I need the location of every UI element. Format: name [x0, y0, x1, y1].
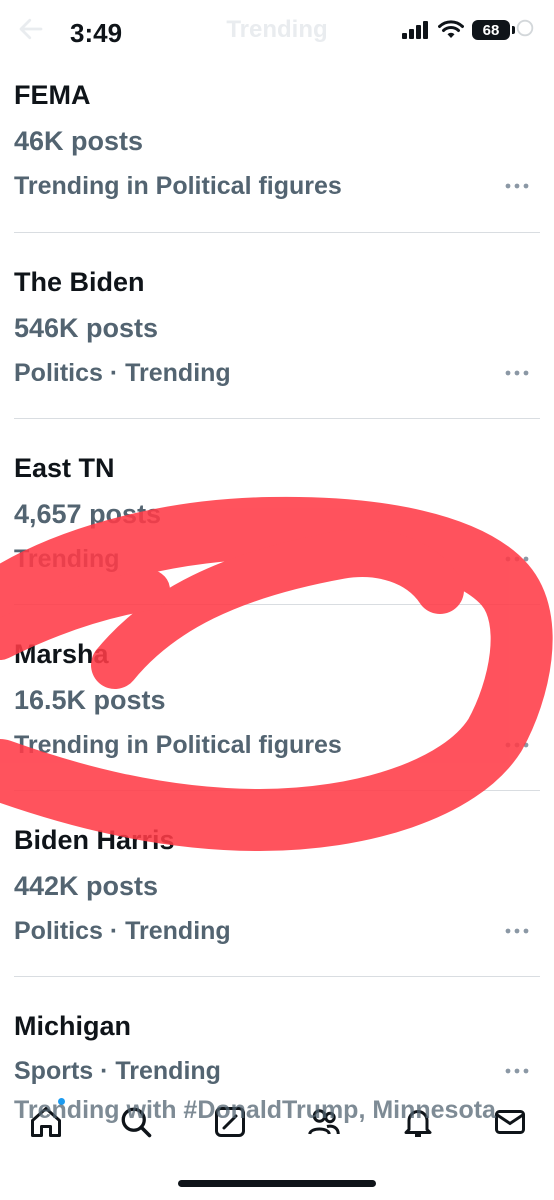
- trend-title: FEMA: [14, 80, 91, 110]
- trend-list: FEMA 46K posts Trending in Political fig…: [0, 64, 554, 1167]
- trend-category: Trending in Political figures: [14, 172, 342, 200]
- trend-item[interactable]: Marsha 16.5K posts Trending in Political…: [14, 605, 540, 791]
- trend-category: Trending: [14, 545, 120, 573]
- wifi-icon: [438, 20, 464, 38]
- trend-title: The Biden: [14, 267, 145, 297]
- more-options-icon[interactable]: [504, 369, 530, 377]
- trend-post-count: 546K posts: [14, 313, 159, 343]
- trend-title: Michigan: [14, 1011, 132, 1041]
- more-options-icon[interactable]: [504, 927, 530, 935]
- trend-post-count: 16.5K posts: [14, 685, 166, 715]
- trend-category: Trending in Political figures: [14, 731, 342, 759]
- trend-title: Biden Harris: [14, 825, 175, 855]
- home-indicator[interactable]: [178, 1180, 376, 1187]
- messages-icon[interactable]: [492, 1104, 528, 1140]
- status-time: 3:49: [70, 18, 123, 48]
- trend-item[interactable]: The Biden 546K posts Politics · Trending: [14, 233, 540, 419]
- trend-item[interactable]: FEMA 46K posts Trending in Political fig…: [14, 64, 540, 233]
- trend-category: Politics · Trending: [14, 359, 231, 387]
- status-icons: 68: [402, 20, 515, 40]
- battery-indicator: 68: [472, 20, 515, 40]
- trend-item[interactable]: East TN 4,657 posts Trending: [14, 419, 540, 605]
- trend-item[interactable]: Biden Harris 442K posts Politics · Trend…: [14, 791, 540, 977]
- trend-title: Marsha: [14, 639, 109, 669]
- trend-title: East TN: [14, 453, 115, 483]
- trend-post-count: 442K posts: [14, 871, 159, 901]
- more-options-icon[interactable]: [504, 1067, 530, 1075]
- more-options-icon[interactable]: [504, 555, 530, 563]
- more-options-icon[interactable]: [504, 182, 530, 190]
- trend-post-count: 4,657 posts: [14, 499, 162, 529]
- cellular-signal-icon: [402, 21, 428, 39]
- more-options-icon[interactable]: [504, 741, 530, 749]
- settings-icon[interactable]: [514, 16, 536, 40]
- trend-category: Politics · Trending: [14, 917, 231, 945]
- trend-category: Sports · Trending: [14, 1057, 221, 1085]
- status-bar: Trending 3:49 68: [0, 0, 554, 64]
- trend-post-count: 46K posts: [14, 126, 144, 156]
- partial-trend-text: Trending with #DonaldTrump, Minnesota: [14, 1096, 496, 1124]
